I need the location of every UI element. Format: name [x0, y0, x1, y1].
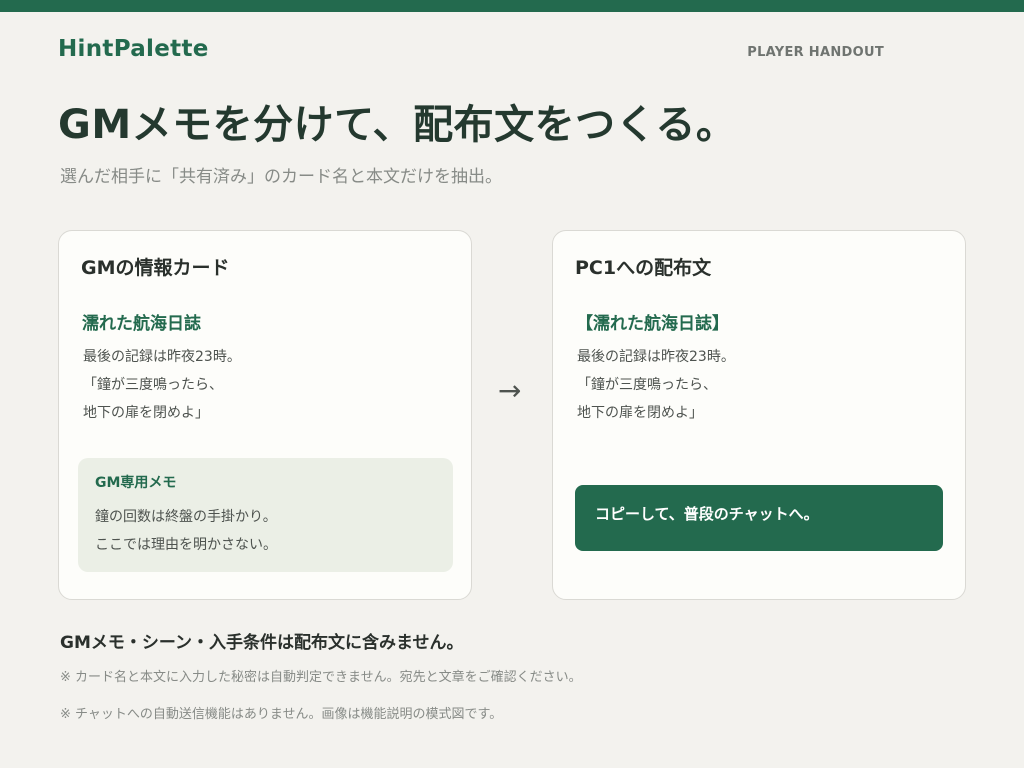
caveat-text: ※ チャットへの自動送信機能はありません。画像は機能説明の模式図です。 [60, 707, 503, 722]
brand-logo: HintPalette [58, 36, 209, 62]
gm-memo-line: 鐘の回数は終盤の手掛かり。 [95, 509, 277, 525]
gm-memo-body: 鐘の回数は終盤の手掛かり。 ここでは理由を明かさない。 [95, 503, 277, 559]
pc-body-line: 最後の記録は昨夜23時。 [577, 349, 735, 365]
gm-info-card: GMの情報カード 濡れた航海日誌 最後の記録は昨夜23時。 「鐘が三度鳴ったら、… [58, 230, 472, 600]
caveat-text: ※ カード名と本文に入力した秘密は自動判定できません。宛先と文章をご確認ください… [60, 670, 582, 685]
gm-memo-line: ここでは理由を明かさない。 [95, 537, 277, 553]
gm-body-line: 最後の記録は昨夜23時。 [83, 349, 241, 365]
gm-item-name: 濡れた航海日誌 [82, 314, 201, 334]
page-subtitle: 選んだ相手に「共有済み」のカード名と本文だけを抽出。 [60, 167, 502, 187]
pc-handout-card: PC1への配布文 【濡れた航海日誌】 最後の記録は昨夜23時。 「鐘が三度鳴った… [552, 230, 966, 600]
exclusion-note: GMメモ・シーン・入手条件は配布文に含みません。 [60, 633, 464, 653]
pc-body-line: 地下の扉を閉めよ」 [577, 405, 703, 421]
gm-card-title: GMの情報カード [81, 257, 230, 279]
copy-to-chat-button[interactable]: コピーして、普段のチャットへ。 [575, 485, 943, 551]
handout-label: PLAYER HANDOUT [747, 45, 884, 60]
right-arrow-icon: → [498, 374, 522, 407]
gm-card-body: 最後の記録は昨夜23時。 「鐘が三度鳴ったら、 地下の扉を閉めよ」 [83, 343, 241, 427]
top-accent-bar [0, 0, 1024, 12]
pc-card-body: 最後の記録は昨夜23時。 「鐘が三度鳴ったら、 地下の扉を閉めよ」 [577, 343, 735, 427]
page-title: GMメモを分けて、配布文をつくる。 [58, 102, 737, 148]
gm-memo-title: GM専用メモ [95, 475, 177, 491]
gm-body-line: 地下の扉を閉めよ」 [83, 405, 209, 421]
pc-body-line: 「鐘が三度鳴ったら、 [577, 377, 717, 393]
gm-memo-box: GM専用メモ 鐘の回数は終盤の手掛かり。 ここでは理由を明かさない。 [78, 458, 453, 572]
gm-body-line: 「鐘が三度鳴ったら、 [83, 377, 223, 393]
pc-item-name: 【濡れた航海日誌】 [576, 314, 729, 334]
pc-card-title: PC1への配布文 [575, 257, 712, 279]
